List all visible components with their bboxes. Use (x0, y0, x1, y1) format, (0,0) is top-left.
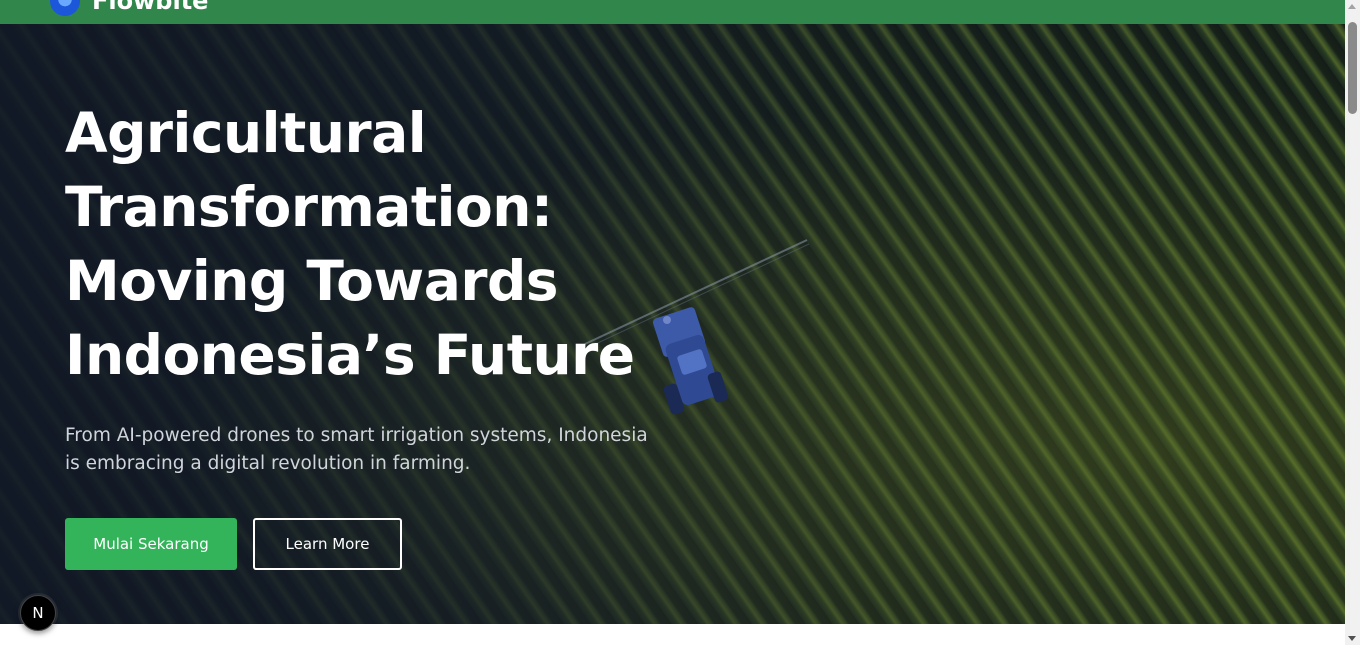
brand-name: Flowbite (92, 0, 209, 15)
hero-actions: Mulai Sekarang Learn More (65, 518, 705, 570)
hero-content: Agricultural Transformation: Moving Towa… (65, 96, 705, 570)
nextjs-badge-icon[interactable]: N (20, 595, 56, 631)
scrollbar-thumb[interactable] (1348, 22, 1357, 114)
vertical-scrollbar[interactable] (1345, 0, 1360, 645)
scroll-up-arrow-icon[interactable] (1348, 4, 1356, 9)
flowbite-logo-icon (50, 0, 80, 16)
hero-section: Agricultural Transformation: Moving Towa… (0, 24, 1345, 624)
mulai-sekarang-button[interactable]: Mulai Sekarang (65, 518, 237, 570)
brand-link[interactable]: Flowbite (50, 0, 208, 16)
learn-more-button[interactable]: Learn More (253, 518, 402, 570)
page: Flowbite Agricultural Transformation: Mo… (0, 0, 1360, 645)
hero-subtitle: From AI-powered drones to smart irrigati… (65, 425, 648, 474)
scroll-down-arrow-icon[interactable] (1348, 636, 1356, 641)
hero-title: Agricultural Transformation: Moving Towa… (65, 101, 635, 387)
nextjs-badge-label: N (32, 604, 44, 622)
top-navbar: Flowbite (0, 0, 1345, 24)
